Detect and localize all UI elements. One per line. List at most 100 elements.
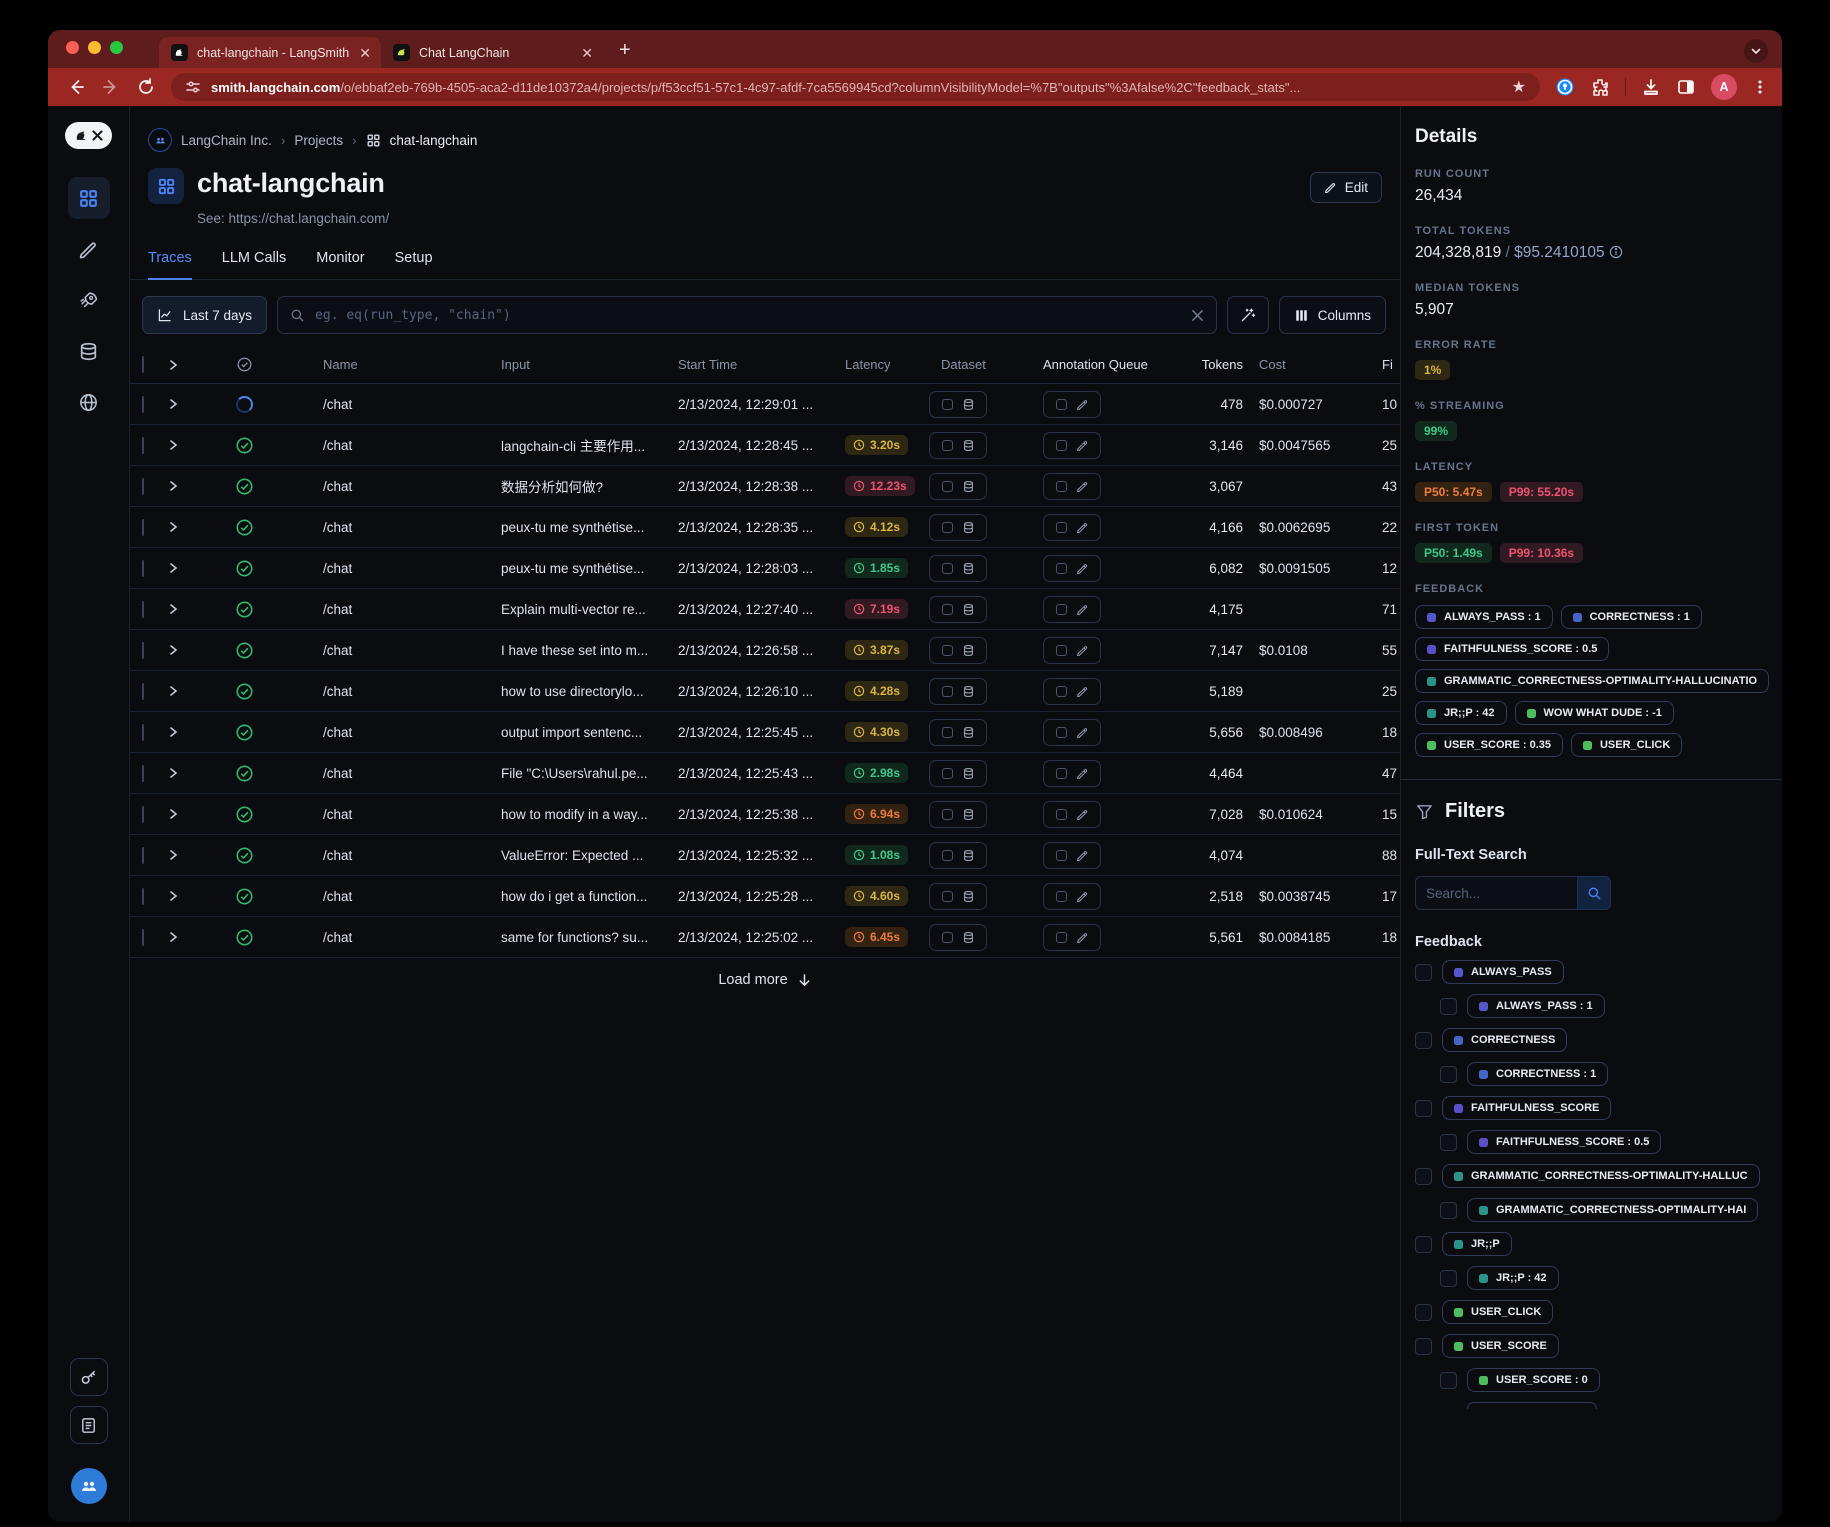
- add-to-annotation-queue-button[interactable]: [1043, 595, 1101, 623]
- filter-checkbox[interactable]: [1415, 1235, 1432, 1253]
- edit-button[interactable]: Edit: [1309, 172, 1382, 203]
- table-row[interactable]: /chat 2/13/2024, 12:29:01 ... 478 $0.000…: [130, 384, 1400, 425]
- dataset-checkbox[interactable]: [941, 685, 953, 697]
- annotation-checkbox[interactable]: [1055, 603, 1067, 615]
- add-to-dataset-button[interactable]: [929, 841, 987, 869]
- table-row[interactable]: /chat I have these set into m... 2/13/20…: [130, 630, 1400, 671]
- add-to-dataset-button[interactable]: [929, 513, 987, 541]
- annotation-checkbox[interactable]: [1055, 644, 1067, 656]
- dataset-checkbox[interactable]: [941, 767, 953, 779]
- expand-row-icon[interactable]: [166, 397, 206, 411]
- dataset-checkbox[interactable]: [941, 603, 953, 615]
- feedback-chip[interactable]: WOW WHAT DUDE : -1: [1514, 701, 1674, 725]
- feedback-chip[interactable]: USER_SCORE : 0.35: [1415, 733, 1563, 757]
- annotation-checkbox[interactable]: [1055, 439, 1067, 451]
- table-row[interactable]: /chat how do i get a function... 2/13/20…: [130, 876, 1400, 917]
- row-checkbox[interactable]: [142, 682, 144, 700]
- dataset-checkbox[interactable]: [941, 480, 953, 492]
- side-panel-icon[interactable]: [1676, 77, 1696, 97]
- add-to-annotation-queue-button[interactable]: [1043, 390, 1101, 418]
- full-text-search-input[interactable]: [1415, 876, 1577, 910]
- feedback-chip[interactable]: JR;;P: [1442, 1232, 1512, 1256]
- filter-checkbox[interactable]: [1415, 963, 1432, 981]
- table-row[interactable]: /chat how to use directorylo... 2/13/202…: [130, 671, 1400, 712]
- dataset-checkbox[interactable]: [941, 931, 953, 943]
- add-to-annotation-queue-button[interactable]: [1043, 636, 1101, 664]
- row-checkbox[interactable]: [142, 887, 144, 905]
- annotation-checkbox[interactable]: [1055, 480, 1067, 492]
- address-bar[interactable]: smith.langchain.com/o/ebbaf2eb-769b-4505…: [171, 73, 1540, 101]
- run-name[interactable]: /chat: [283, 889, 473, 904]
- breadcrumb-projects[interactable]: Projects: [294, 133, 343, 148]
- run-name[interactable]: /chat: [283, 725, 473, 740]
- browser-menu-icon[interactable]: [1752, 79, 1768, 95]
- add-to-annotation-queue-button[interactable]: [1043, 882, 1101, 910]
- dataset-checkbox[interactable]: [941, 521, 953, 533]
- add-to-dataset-button[interactable]: [929, 800, 987, 828]
- clear-search-icon[interactable]: [1191, 309, 1204, 322]
- feedback-chip[interactable]: USER_SCORE: [1442, 1334, 1559, 1358]
- add-to-dataset-button[interactable]: [929, 718, 987, 746]
- sidebar-item-hub[interactable]: [68, 381, 110, 423]
- annotation-checkbox[interactable]: [1055, 808, 1067, 820]
- feedback-chip[interactable]: CORRECTNESS : 1: [1560, 605, 1702, 629]
- run-name[interactable]: /chat: [283, 643, 473, 658]
- add-to-annotation-queue-button[interactable]: [1043, 923, 1101, 951]
- browser-tab-inactive[interactable]: Chat LangChain ✕: [381, 37, 603, 68]
- table-row[interactable]: /chat peux-tu me synthétise... 2/13/2024…: [130, 507, 1400, 548]
- tab-traces[interactable]: Traces: [148, 250, 192, 280]
- time-range-button[interactable]: Last 7 days: [142, 296, 268, 334]
- filter-checkbox[interactable]: [1415, 1167, 1432, 1185]
- annotation-checkbox[interactable]: [1055, 521, 1067, 533]
- add-to-dataset-button[interactable]: [929, 431, 987, 459]
- run-name[interactable]: /chat: [283, 520, 473, 535]
- row-checkbox[interactable]: [142, 395, 144, 413]
- expand-row-icon[interactable]: [166, 766, 206, 780]
- feedback-chip[interactable]: ALWAYS_PASS: [1442, 960, 1564, 984]
- add-to-annotation-queue-button[interactable]: [1043, 677, 1101, 705]
- feedback-chip[interactable]: GRAMMATIC_CORRECTNESS-OPTIMALITY-HALLUC: [1442, 1164, 1760, 1188]
- bookmark-star-icon[interactable]: ★: [1512, 77, 1526, 97]
- expand-row-icon[interactable]: [166, 561, 206, 575]
- table-row[interactable]: /chat File "C:\Users\rahul.pe... 2/13/20…: [130, 753, 1400, 794]
- table-row[interactable]: /chat output import sentenc... 2/13/2024…: [130, 712, 1400, 753]
- row-checkbox[interactable]: [142, 559, 144, 577]
- downloads-icon[interactable]: [1641, 77, 1661, 97]
- workspace-avatar[interactable]: [70, 1468, 107, 1504]
- expand-row-icon[interactable]: [166, 520, 206, 534]
- expand-row-icon[interactable]: [166, 725, 206, 739]
- feedback-chip[interactable]: ALWAYS_PASS : 1: [1467, 994, 1605, 1018]
- filter-checkbox[interactable]: [1440, 997, 1457, 1015]
- run-name[interactable]: /chat: [283, 930, 473, 945]
- row-checkbox[interactable]: [142, 436, 144, 454]
- expand-row-icon[interactable]: [166, 807, 206, 821]
- feedback-chip[interactable]: GRAMMATIC_CORRECTNESS-OPTIMALITY-HAI: [1467, 1198, 1759, 1222]
- filter-checkbox[interactable]: [1415, 1099, 1432, 1117]
- row-checkbox[interactable]: [142, 928, 144, 946]
- dataset-checkbox[interactable]: [941, 644, 953, 656]
- feedback-chip[interactable]: FAITHFULNESS_SCORE: [1442, 1096, 1612, 1120]
- run-name[interactable]: /chat: [283, 479, 473, 494]
- annotation-checkbox[interactable]: [1055, 931, 1067, 943]
- close-window-button[interactable]: [66, 41, 79, 54]
- add-to-annotation-queue-button[interactable]: [1043, 841, 1101, 869]
- feedback-chip[interactable]: GRAMMATIC_CORRECTNESS-OPTIMALITY-HALLUCI…: [1415, 669, 1770, 693]
- feedback-chip[interactable]: JR;;P : 42: [1415, 701, 1507, 725]
- annotation-checkbox[interactable]: [1055, 849, 1067, 861]
- new-tab-button[interactable]: +: [619, 39, 631, 62]
- close-tab-icon[interactable]: ✕: [359, 46, 371, 60]
- feedback-chip[interactable]: FAITHFULNESS_SCORE : 0.5: [1415, 637, 1610, 661]
- feedback-chip[interactable]: USER_SCORE : 0: [1467, 1368, 1600, 1392]
- expand-all-icon[interactable]: [166, 358, 206, 372]
- add-to-annotation-queue-button[interactable]: [1043, 472, 1101, 500]
- columns-button[interactable]: Columns: [1278, 296, 1386, 334]
- forward-button[interactable]: [101, 77, 121, 97]
- back-button[interactable]: [66, 77, 86, 97]
- feedback-chip[interactable]: CORRECTNESS: [1442, 1028, 1568, 1052]
- add-to-annotation-queue-button[interactable]: [1043, 800, 1101, 828]
- expand-row-icon[interactable]: [166, 848, 206, 862]
- run-name[interactable]: /chat: [283, 766, 473, 781]
- table-row[interactable]: /chat ValueError: Expected ... 2/13/2024…: [130, 835, 1400, 876]
- breadcrumb-org[interactable]: LangChain Inc.: [181, 133, 272, 148]
- add-to-dataset-button[interactable]: [929, 923, 987, 951]
